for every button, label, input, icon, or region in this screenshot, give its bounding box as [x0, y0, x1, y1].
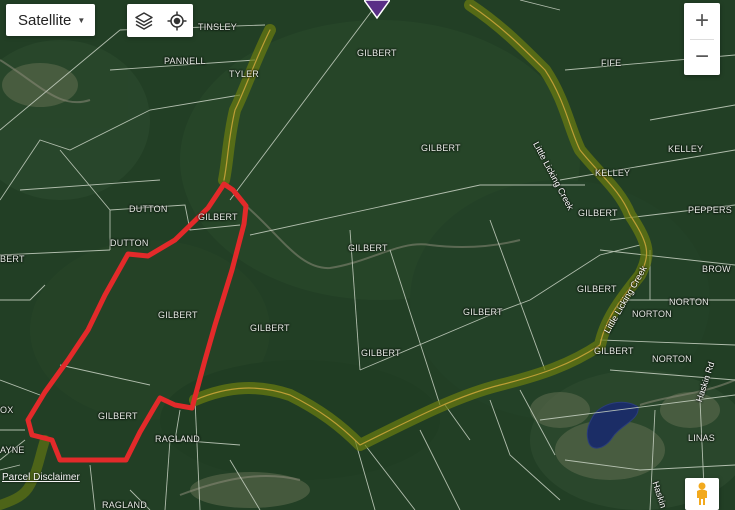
my-location-icon[interactable]	[166, 10, 188, 32]
parcel-label-gilbert: GILBERT	[198, 212, 238, 222]
parcel-label-kelley: KELLEY	[668, 144, 704, 154]
parcel-label-brow: BROW	[702, 264, 731, 274]
parcel-label-norton: NORTON	[669, 297, 709, 307]
parcel-label-ox: OX	[0, 405, 14, 415]
zoom-out-button[interactable]: −	[684, 40, 720, 76]
parcel-label-gilbert: GILBERT	[463, 307, 503, 317]
parcel-label-gilbert: GILBERT	[577, 284, 617, 294]
parcel-label-gilbert: GILBERT	[158, 310, 198, 320]
parcel-label-gilbert: GILBERT	[361, 348, 401, 358]
parcel-label-gilbert: GILBERT	[357, 48, 397, 58]
parcel-label-gilbert: GILBERT	[98, 411, 138, 421]
chevron-down-icon: ▼	[77, 15, 86, 25]
layers-icon[interactable]	[133, 10, 155, 32]
parcel-label-linas: LINAS	[688, 433, 716, 443]
parcel-label-dutton: DUTTON	[129, 204, 168, 214]
location-marker-icon[interactable]	[363, 0, 391, 25]
parcel-label-gilbert: GILBERT	[578, 208, 618, 218]
parcel-label-norton: NORTON	[652, 354, 692, 364]
parcel-label-fife: FIFE	[601, 58, 622, 68]
parcel-label-kelley: KELLEY	[595, 168, 631, 178]
parcel-label-gilbert: GILBERT	[421, 143, 461, 153]
parcel-label-bert: BERT	[0, 254, 25, 264]
satellite-map[interactable]	[0, 0, 735, 510]
zoom-in-button[interactable]: +	[684, 3, 720, 39]
parcel-disclaimer-link[interactable]: Parcel Disclaimer	[2, 472, 80, 483]
parcel-label-norton: NORTON	[632, 309, 672, 319]
map-type-dropdown[interactable]: Satellite ▼	[6, 4, 95, 36]
parcel-label-dutton: DUTTON	[110, 238, 149, 248]
parcel-label-ayne: AYNE	[0, 445, 25, 455]
parcel-label-pannell: PANNELL	[164, 56, 206, 66]
parcel-label-tyler: TYLER	[229, 69, 260, 79]
map-type-label: Satellite	[18, 11, 72, 29]
map-tools	[127, 4, 193, 37]
zoom-controls: + −	[684, 3, 720, 75]
parcel-label-tinsley: TINSLEY	[198, 22, 237, 32]
parcel-label-gilbert: GILBERT	[250, 323, 290, 333]
parcel-label-gilbert: GILBERT	[348, 243, 388, 253]
street-view-pegman-icon[interactable]	[685, 478, 719, 510]
parcel-label-ragland: RAGLAND	[155, 434, 200, 444]
parcel-label-gilbert: GILBERT	[594, 346, 634, 356]
parcel-label-peppers: PEPPERS	[688, 205, 732, 215]
parcel-label-ragland: RAGLAND	[102, 500, 147, 510]
